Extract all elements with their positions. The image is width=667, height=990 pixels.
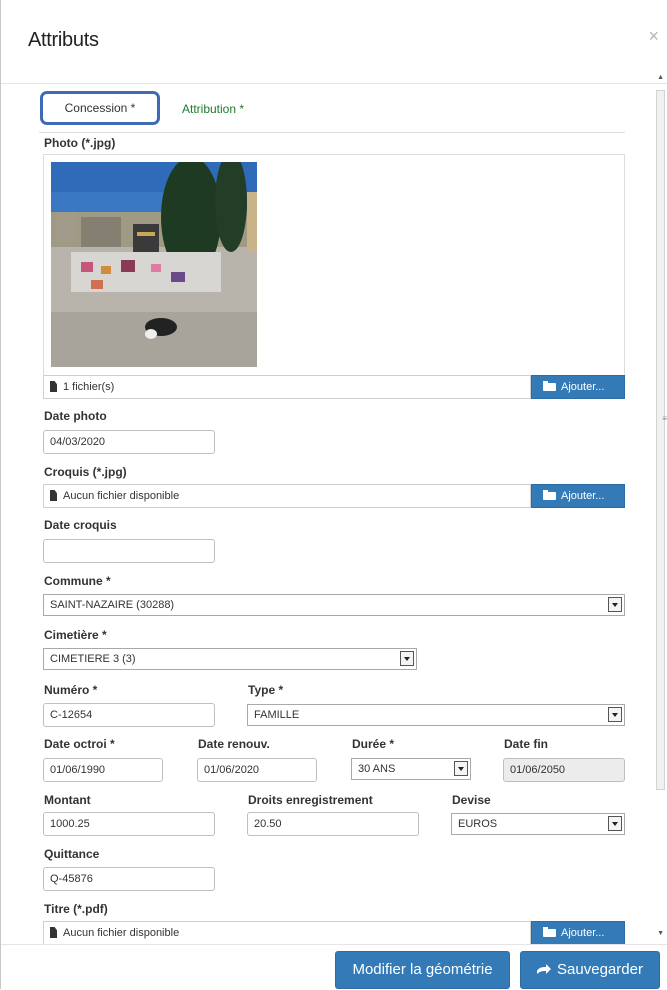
cimetiere-select[interactable]: CIMETIERE 3 (3) [43, 648, 417, 670]
cemetery-photo[interactable] [51, 162, 257, 367]
titre-file-text: Aucun fichier disponible [63, 927, 180, 939]
folder-open-icon [543, 381, 556, 391]
close-icon[interactable]: × [648, 26, 659, 47]
file-icon [50, 381, 57, 392]
droits-input[interactable]: 20.50 [247, 812, 419, 836]
type-select[interactable]: FAMILLE [247, 704, 625, 726]
file-icon [50, 490, 57, 501]
duree-select[interactable]: 30 ANS [351, 758, 471, 780]
chevron-down-icon[interactable] [608, 597, 622, 612]
chevron-down-icon[interactable] [454, 761, 468, 776]
croquis-add-label: Ajouter... [561, 490, 605, 502]
chevron-down-icon[interactable] [608, 707, 622, 722]
titre-file-bar: Aucun fichier disponible [43, 921, 531, 944]
save-button[interactable]: Sauvegarder [520, 951, 660, 989]
duree-value: 30 ANS [358, 763, 396, 775]
titre-add-button[interactable]: Ajouter... [531, 921, 625, 944]
scroll-up-icon[interactable]: ▲ [657, 74, 664, 81]
croquis-add-button[interactable]: Ajouter... [531, 484, 625, 508]
photo-add-button[interactable]: Ajouter... [531, 375, 625, 399]
chevron-down-icon[interactable] [400, 651, 414, 666]
photo-add-label: Ajouter... [561, 381, 605, 393]
photo-file-bar: 1 fichier(s) [43, 375, 531, 399]
tab-concession[interactable]: Concession * [40, 91, 160, 125]
commune-value: SAINT-NAZAIRE (30288) [50, 599, 175, 611]
folder-open-icon [543, 927, 556, 937]
tab-attribution[interactable]: Attribution * [182, 102, 244, 116]
scroll-grip-icon: ≡ [662, 414, 667, 423]
chevron-down-icon[interactable] [608, 816, 622, 831]
scroll-down-icon[interactable]: ▼ [657, 930, 664, 937]
photo-label: Photo (*.jpg) [44, 136, 116, 150]
modal-header: Attributs × [1, 0, 667, 84]
attributes-modal: Attributs × ▲ ≡ ▼ Concession * Attributi… [0, 0, 667, 990]
croquis-file-text: Aucun fichier disponible [63, 490, 180, 502]
modify-geometry-button[interactable]: Modifier la géométrie [335, 951, 510, 989]
date-photo-input[interactable]: 04/03/2020 [43, 430, 215, 454]
numero-label: Numéro * [44, 683, 98, 697]
file-icon [50, 927, 57, 938]
cimetiere-value: CIMETIERE 3 (3) [50, 653, 136, 665]
numero-input[interactable]: C-12654 [43, 703, 215, 727]
montant-input[interactable]: 1000.25 [43, 812, 215, 836]
date-renouv-label: Date renouv. [198, 737, 270, 751]
date-octroi-label: Date octroi * [44, 737, 115, 751]
devise-select[interactable]: EUROS [451, 813, 625, 835]
quittance-input[interactable]: Q-45876 [43, 867, 215, 891]
date-fin-input: 01/06/2050 [503, 758, 625, 782]
modal-footer: Modifier la géométrie Sauvegarder [1, 944, 667, 990]
devise-value: EUROS [458, 818, 498, 830]
type-value: FAMILLE [254, 709, 300, 721]
montant-label: Montant [44, 793, 91, 807]
croquis-label: Croquis (*.jpg) [44, 465, 127, 479]
commune-label: Commune * [44, 574, 111, 588]
cimetiere-label: Cimetière * [44, 628, 107, 642]
devise-label: Devise [452, 793, 491, 807]
date-photo-label: Date photo [44, 409, 107, 423]
titre-label: Titre (*.pdf) [44, 902, 108, 916]
quittance-label: Quittance [44, 847, 100, 861]
croquis-file-bar: Aucun fichier disponible [43, 484, 531, 508]
date-fin-label: Date fin [504, 737, 549, 751]
date-renouv-input[interactable]: 01/06/2020 [197, 758, 317, 782]
modal-body: Concession * Attribution * Photo (*.jpg) [1, 84, 656, 944]
photo-file-count: 1 fichier(s) [63, 381, 115, 393]
titre-add-label: Ajouter... [561, 927, 605, 939]
arrow-right-icon [537, 964, 552, 975]
save-label: Sauvegarder [557, 961, 643, 978]
photo-preview-box [43, 154, 625, 376]
droits-label: Droits enregistrement [248, 793, 373, 807]
duree-label: Durée * [352, 737, 395, 751]
folder-open-icon [543, 490, 556, 500]
commune-select[interactable]: SAINT-NAZAIRE (30288) [43, 594, 625, 616]
tabs-divider [39, 132, 625, 133]
modal-title: Attributs [28, 29, 99, 51]
date-croquis-label: Date croquis [44, 518, 117, 532]
date-octroi-input[interactable]: 01/06/1990 [43, 758, 163, 782]
date-croquis-input[interactable] [43, 539, 215, 563]
scrollbar-thumb[interactable] [656, 90, 665, 790]
type-label: Type * [248, 683, 284, 697]
